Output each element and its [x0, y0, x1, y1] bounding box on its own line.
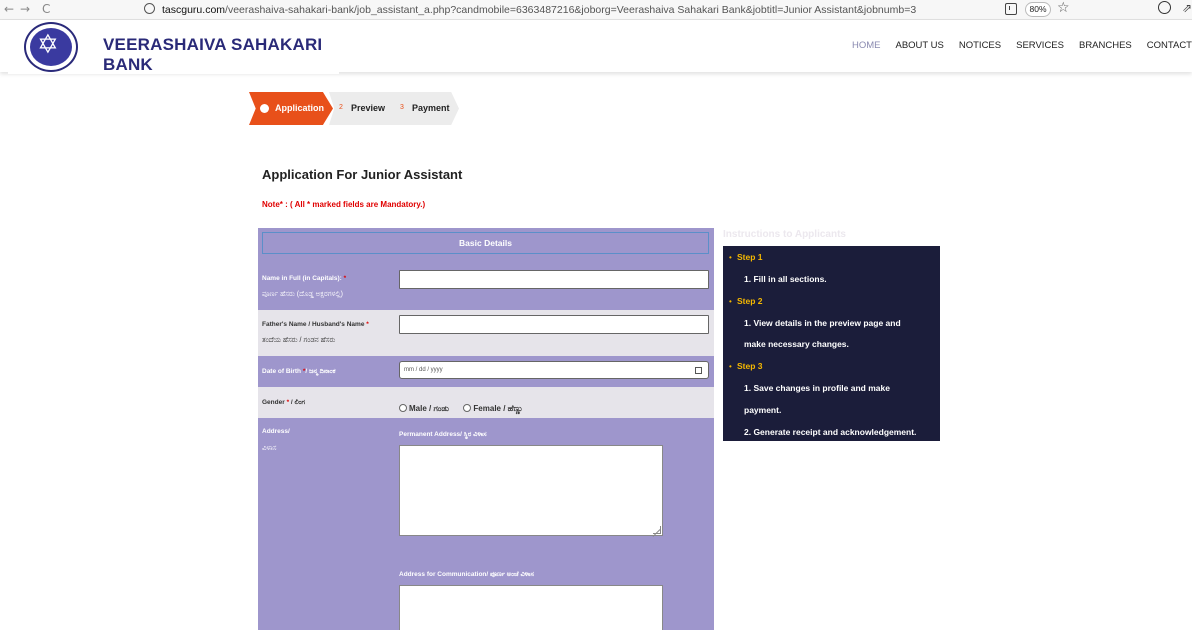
section-basic-details: Basic Details [262, 232, 709, 254]
site-header: VEERASHAIVA SAHAKARI BANK HOME ABOUT US … [0, 20, 1192, 74]
bullet-icon: • [729, 253, 732, 262]
instruction-text: 1. Fill in all sections. [744, 274, 827, 284]
permanent-address-label: Permanent Address/ ಸ್ಥಿರ ವಿಳಾಸ [399, 431, 487, 438]
profile-icon[interactable] [1158, 1, 1171, 14]
step-2-number: 2 [339, 104, 343, 111]
instruction-step-1: Step 1 [737, 252, 763, 262]
forward-icon[interactable]: → [20, 2, 30, 16]
resize-handle-icon[interactable] [653, 526, 661, 534]
calendar-icon[interactable] [695, 367, 702, 374]
instruction-text: 1. View details in the preview page and [744, 318, 901, 328]
full-name-label: Name in Full (in Capitals): * [262, 275, 347, 282]
instruction-text: payment. [744, 405, 782, 415]
application-form: Basic Details Name in Full (in Capitals)… [258, 228, 714, 630]
bank-seal-logo[interactable] [24, 22, 78, 72]
nav-contact[interactable]: CONTACT [1147, 40, 1192, 51]
step-3-number: 3 [400, 104, 404, 111]
bookmark-star-icon[interactable]: ☆ [1057, 0, 1070, 16]
row-dob: Date of Birth */ ಜನ್ಮ ದಿನಾಂಕ mm / dd / y… [258, 356, 714, 387]
url-host: tascguru.com [162, 4, 226, 16]
step-payment-label[interactable]: Payment [412, 103, 450, 113]
full-name-input[interactable] [399, 270, 709, 289]
instruction-text: make necessary changes. [744, 339, 849, 349]
zoom-level[interactable]: 80% [1025, 2, 1051, 17]
full-name-kannada-label: ಪೂರ್ಣ ಹೆಸರು (ದೊಡ್ಡ ಅಕ್ಷರಗಳಲ್ಲಿ) [262, 291, 343, 298]
dob-date-input[interactable]: mm / dd / yyyy [399, 361, 709, 379]
father-name-label: Father's Name / Husband's Name * [262, 321, 369, 328]
address-kannada-label: ವಿಳಾಸ [262, 445, 277, 452]
url-path: /veerashaiva-sahakari-bank/job_assistant… [225, 4, 917, 16]
row-full-name: Name in Full (in Capitals): * ಪೂರ್ಣ ಹೆಸರ… [258, 264, 714, 310]
instruction-step-3: Step 3 [737, 361, 763, 371]
bullet-icon: • [729, 362, 732, 371]
gender-label: Gender * / ಲಿಂಗ [262, 399, 306, 406]
step-application-label: Application [275, 103, 324, 113]
gender-options: Male / ಗಂಡು Female / ಹೆಣ್ಣು [399, 398, 533, 416]
step-preview-label[interactable]: Preview [351, 103, 385, 113]
row-father-name: Father's Name / Husband's Name * ತಂದೆಯ ಹ… [258, 310, 714, 356]
communication-address-textarea[interactable] [399, 585, 663, 630]
nav-home[interactable]: HOME [852, 40, 881, 51]
row-gender: Gender * / ಲಿಂಗ Male / ಗಂಡು Female / ಹೆಣ… [258, 387, 714, 418]
nav-notices[interactable]: NOTICES [959, 40, 1001, 51]
step-preview-payment-bg: 2 Preview 3 Payment [329, 92, 459, 125]
instruction-text: 1. Save changes in profile and make [744, 383, 890, 393]
back-icon[interactable]: ← [4, 2, 14, 16]
main-nav: HOME ABOUT US NOTICES SERVICES BRANCHES … [837, 40, 1192, 51]
instruction-step-2: Step 2 [737, 296, 763, 306]
instruction-text: 2. Generate receipt and acknowledgement. [744, 427, 917, 437]
step-active-icon [260, 104, 269, 113]
gender-male-label[interactable]: Male / ಗಂಡು [409, 404, 449, 413]
address-label: Address/ [262, 428, 290, 435]
logo-area: VEERASHAIVA SAHAKARI BANK [8, 20, 339, 74]
permanent-address-textarea[interactable] [399, 445, 663, 536]
dob-label: Date of Birth */ ಜನ್ಮ ದಿನಾಂಕ [262, 368, 336, 375]
url-text: tascguru.com/veerashaiva-sahakari-bank/j… [162, 4, 916, 16]
page-title: Application For Junior Assistant [262, 167, 463, 182]
mandatory-note: Note* : ( All * marked fields are Mandat… [262, 200, 426, 209]
extensions-icon[interactable]: ⇗ [1182, 1, 1192, 15]
nav-services[interactable]: SERVICES [1016, 40, 1064, 51]
step-application[interactable]: Application [249, 92, 333, 125]
gender-female-radio[interactable] [463, 404, 472, 412]
nav-branches[interactable]: BRANCHES [1079, 40, 1132, 51]
bullet-icon: • [729, 297, 732, 306]
instructions-panel: • Step 1 1. Fill in all sections. • Step… [723, 246, 940, 441]
instructions-title: Instructions to Applicants [723, 229, 846, 240]
download-icon[interactable] [1005, 3, 1017, 15]
father-name-kannada-label: ತಂದೆಯ ಹೆಸರು / ಗಂಡನ ಹೆಸರು [262, 337, 336, 344]
browser-toolbar: ← → C tascguru.com/veerashaiva-sahakari-… [0, 0, 1192, 20]
site-info-icon[interactable] [144, 3, 155, 14]
gender-female-label[interactable]: Female / ಹೆಣ್ಣು [473, 404, 522, 413]
gender-male-radio[interactable] [399, 404, 407, 412]
nav-about-us[interactable]: ABOUT US [895, 40, 943, 51]
reload-icon[interactable]: C [42, 2, 50, 16]
father-name-input[interactable] [399, 315, 709, 334]
row-address: Address/ ವಿಳಾಸ Permanent Address/ ಸ್ಥಿರ … [258, 418, 714, 630]
bank-name[interactable]: VEERASHAIVA SAHAKARI BANK [103, 35, 339, 75]
dob-placeholder: mm / dd / yyyy [404, 367, 443, 373]
communication-address-label: Address for Communication/ ಪೂರ್ಣ ಅಂಚೆ ವಿ… [399, 571, 534, 578]
address-bar[interactable]: tascguru.com/veerashaiva-sahakari-bank/j… [140, 1, 1080, 19]
